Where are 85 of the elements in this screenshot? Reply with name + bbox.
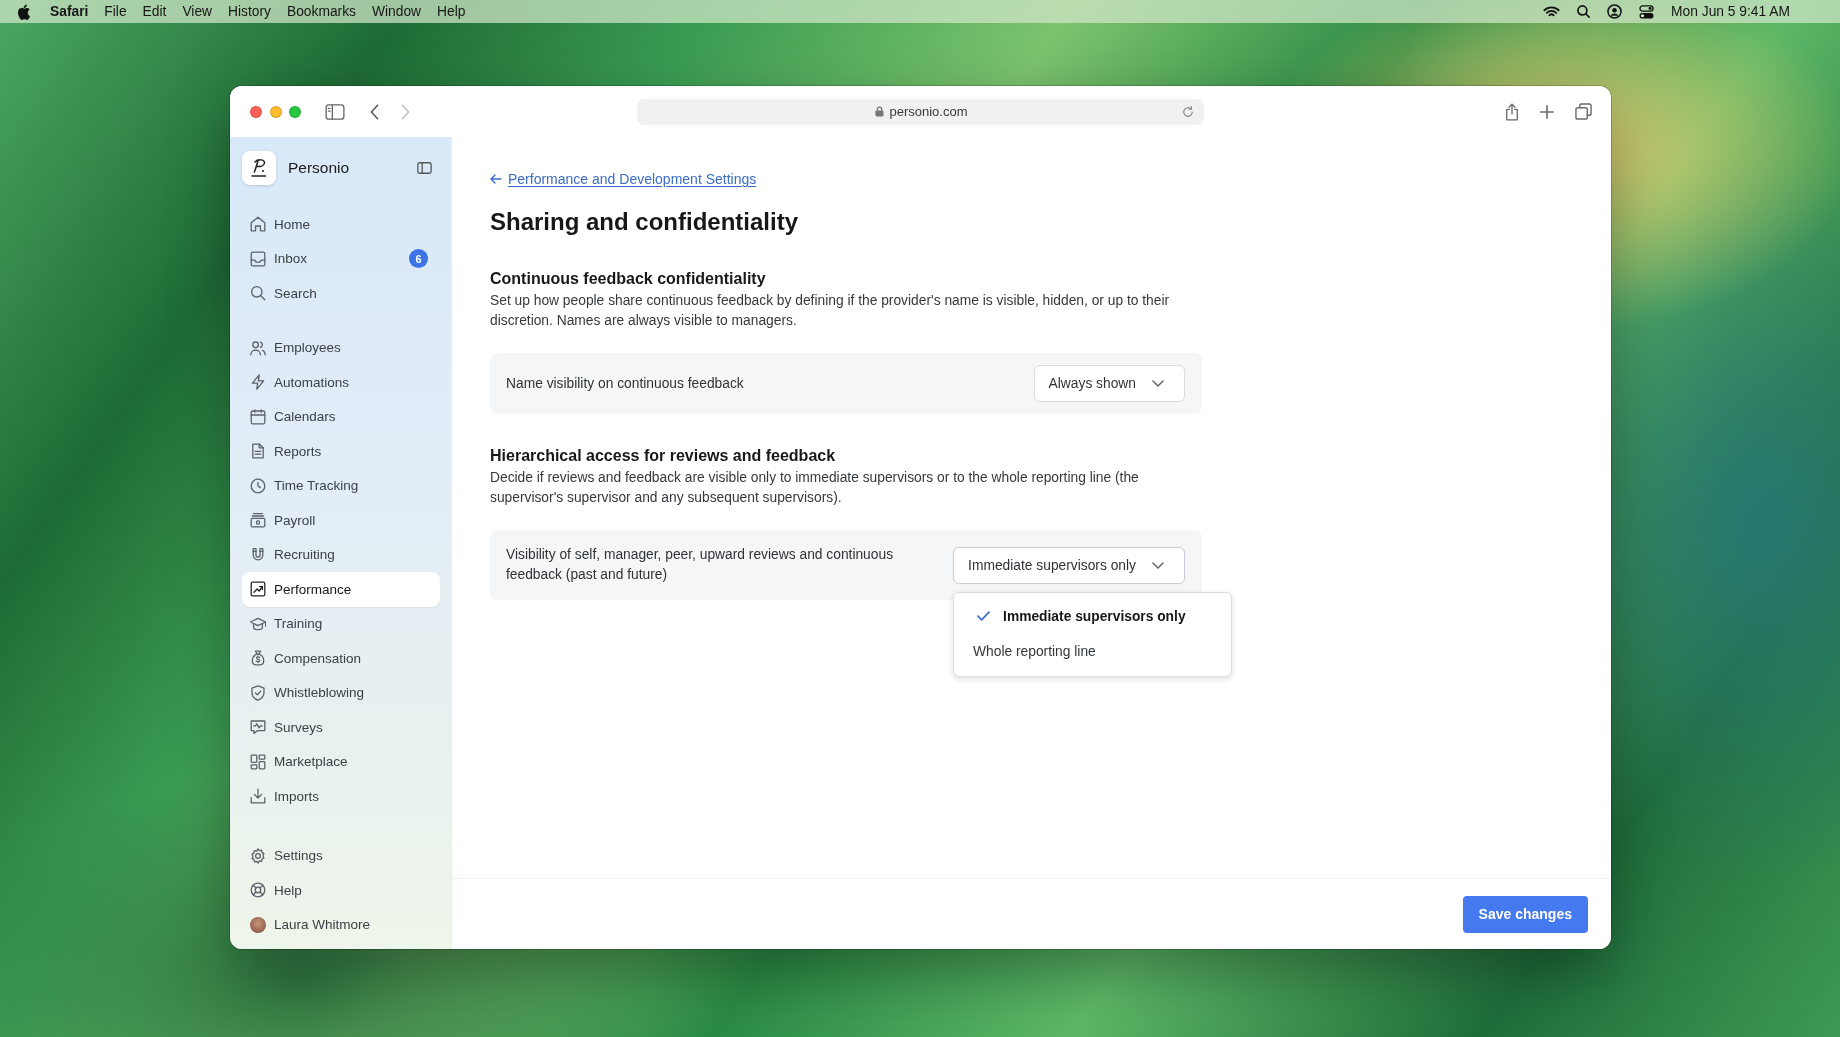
chat-pulse-icon bbox=[250, 719, 266, 736]
nav-item[interactable]: Marketplace bbox=[242, 744, 440, 779]
section-heading: Continuous feedback confidentiality bbox=[490, 270, 767, 288]
nav-item[interactable]: Performance bbox=[242, 572, 440, 607]
page-title: Sharing and confidentiality bbox=[490, 207, 800, 237]
chevron-left-icon[interactable] bbox=[369, 103, 379, 120]
brand-name: Personio bbox=[288, 159, 350, 177]
setting-label: Name visibility on continuous feedback bbox=[506, 374, 744, 393]
section-description: Set up how people share continuous feedback by defining if the provider's name is visible, hidden, or up to their discretion. Names are always visible to managers. bbox=[490, 292, 1171, 330]
menu-item[interactable]: Window bbox=[372, 4, 422, 19]
menu-item[interactable]: View bbox=[182, 4, 213, 19]
document-icon bbox=[250, 443, 266, 460]
app-menu[interactable]: Safari bbox=[50, 4, 89, 19]
arrow-left-icon bbox=[490, 174, 502, 184]
nav-item[interactable]: Calendars bbox=[242, 399, 440, 434]
lock-icon bbox=[875, 106, 885, 117]
settings-icon bbox=[250, 847, 266, 864]
apple-icon[interactable] bbox=[18, 3, 31, 20]
menu-item[interactable]: History bbox=[228, 4, 271, 19]
grid-icon bbox=[250, 753, 266, 770]
search-icon[interactable] bbox=[1577, 5, 1591, 18]
graduation-cap-icon bbox=[250, 615, 266, 632]
reload-icon[interactable] bbox=[1182, 105, 1194, 118]
menu-item[interactable]: Edit bbox=[142, 4, 167, 19]
tabs-icon[interactable] bbox=[1575, 103, 1592, 120]
section-heading: Hierarchical access for reviews and feedback bbox=[490, 447, 837, 465]
profile-button[interactable]: Laura Whitmore bbox=[242, 907, 440, 942]
sidebar-icon[interactable] bbox=[417, 162, 432, 174]
nav-item[interactable]: Help bbox=[242, 873, 440, 908]
nav-item[interactable]: Whistleblowing bbox=[242, 675, 440, 710]
address-bar[interactable]: personio.com bbox=[637, 98, 1204, 125]
calendar-icon bbox=[250, 408, 266, 425]
lifebuoy-icon bbox=[250, 882, 266, 899]
money-bag-icon bbox=[250, 650, 266, 667]
setting-label: Visibility of self, manager, peer, upward reviews and continuous feedback (past and future) bbox=[506, 546, 895, 584]
save-button[interactable]: Save changes bbox=[1462, 895, 1588, 933]
nav-item[interactable]: Settings bbox=[242, 838, 440, 873]
sidebar-icon[interactable] bbox=[324, 103, 345, 120]
chevron-down-icon bbox=[1152, 380, 1164, 387]
menu-item[interactable]: File bbox=[104, 4, 127, 19]
shield-check-icon bbox=[250, 684, 266, 701]
plus-icon[interactable] bbox=[1540, 104, 1554, 119]
chart-icon bbox=[250, 581, 266, 598]
download-icon bbox=[250, 788, 266, 805]
nav-item[interactable]: Training bbox=[242, 606, 440, 641]
nav-item[interactable]: Automations bbox=[242, 365, 440, 400]
cash-box-icon bbox=[250, 512, 266, 529]
wifi-icon[interactable] bbox=[1543, 5, 1561, 18]
menu-item[interactable]: Bookmarks bbox=[286, 4, 356, 19]
count-badge: 6 bbox=[409, 249, 428, 269]
search-icon bbox=[250, 285, 266, 302]
share-icon[interactable] bbox=[1505, 102, 1519, 121]
menu-bar-clock[interactable]: Mon Jun 5 9:41 AM bbox=[1671, 4, 1790, 19]
back-link[interactable]: Performance and Development Settings bbox=[490, 170, 757, 188]
logo-icon[interactable] bbox=[242, 151, 276, 185]
select-dropdown[interactable]: Always shown bbox=[1033, 365, 1185, 402]
nav-item[interactable]: Reports bbox=[242, 434, 440, 469]
nav-item[interactable]: Recruiting bbox=[242, 537, 440, 572]
dropdown-option[interactable]: Whole reporting line bbox=[954, 633, 1232, 669]
magnet-icon bbox=[250, 546, 266, 563]
checkmark-icon bbox=[977, 611, 991, 621]
home-icon bbox=[250, 216, 266, 233]
chevron-down-icon bbox=[1152, 561, 1164, 569]
user-avatar bbox=[250, 916, 266, 933]
select-dropdown[interactable]: Immediate supervisors only bbox=[953, 546, 1185, 584]
people-icon bbox=[250, 339, 266, 356]
nav-item[interactable]: Search bbox=[242, 276, 440, 311]
nav-item[interactable]: Compensation bbox=[242, 641, 440, 676]
nav-item[interactable]: Payroll bbox=[242, 503, 440, 538]
lightning-icon bbox=[250, 374, 266, 391]
nav-item[interactable]: Surveys bbox=[242, 710, 440, 745]
nav-item[interactable]: Home bbox=[242, 207, 440, 242]
clock-icon bbox=[250, 477, 266, 494]
inbox-icon bbox=[250, 250, 266, 267]
menu-item[interactable]: Help bbox=[437, 4, 466, 19]
window-close-button[interactable] bbox=[250, 105, 262, 118]
section-description: Decide if reviews and feedback are visible only to immediate supervisors or to the whole reporting line (the supervisor's supervisor and any subsequent supervisors). bbox=[490, 469, 1140, 507]
nav-item[interactable]: Inbox 6 bbox=[242, 241, 440, 276]
toggles-icon[interactable] bbox=[1639, 4, 1655, 19]
dropdown-option[interactable]: Immediate supervisors only bbox=[954, 598, 1232, 634]
nav-item[interactable]: Employees bbox=[242, 330, 440, 365]
window-zoom-button[interactable] bbox=[289, 105, 301, 118]
nav-item[interactable]: Imports bbox=[242, 779, 440, 814]
nav-item[interactable]: Time Tracking bbox=[242, 468, 440, 503]
user-circle-icon[interactable] bbox=[1607, 4, 1623, 19]
